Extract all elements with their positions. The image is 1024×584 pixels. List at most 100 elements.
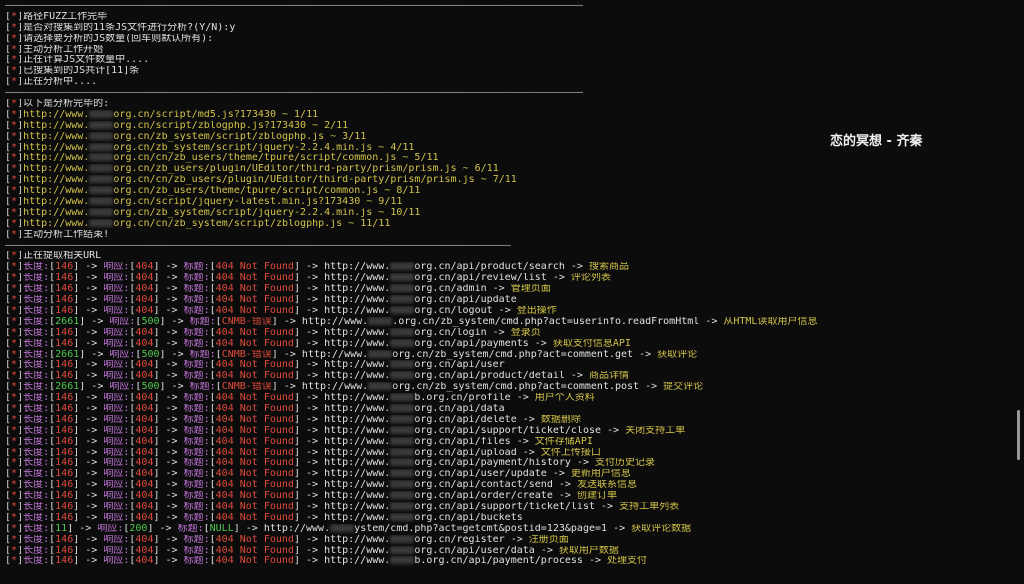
url-prefix: http://www.: [324, 403, 391, 414]
url-prefix: http://www.: [324, 458, 391, 469]
status-star: *: [11, 349, 18, 360]
response-code: 404: [135, 273, 154, 284]
url-prefix: http://www.: [23, 131, 90, 142]
arrow: ->: [79, 436, 104, 447]
arrow: ->: [159, 273, 184, 284]
length-value: 146: [55, 458, 74, 469]
js-file-line: [*]http://www. org.cn/script/md5.js?17343…: [5, 109, 1010, 121]
status-tag: [*]: [5, 186, 24, 197]
scroll-thumb[interactable]: [1017, 410, 1020, 460]
url-tail: org.cn/logout: [414, 305, 493, 316]
title-label: 标题:: [183, 501, 210, 512]
url-description: 文件存储API: [534, 436, 593, 447]
result-line: [*]长度:[2661] -> 响应:[500] -> 标题:[CNMB-错误]…: [5, 316, 1010, 328]
arrow: ->: [299, 327, 325, 338]
url-prefix: http://www.: [23, 175, 90, 186]
length-value: 146: [55, 491, 74, 502]
response-code: 404: [135, 501, 154, 512]
title-value: 404 Not Found: [215, 327, 294, 338]
response-label: 响应:: [103, 305, 130, 316]
terminal-scrollbar[interactable]: [1014, 0, 1022, 584]
status-tag: [*]: [5, 512, 24, 523]
status-tag: [*]: [5, 229, 24, 240]
js-file-line: [*]http://www. org.cn/cn/zb_system/script…: [5, 218, 1010, 230]
arrow: ->: [85, 382, 110, 393]
arrow: ->: [564, 262, 589, 273]
arrow: ->: [79, 447, 104, 458]
result-line: [*]长度:[146] -> 响应:[404] -> 标题:[404 Not F…: [5, 480, 1010, 491]
status-tag: [*]: [5, 175, 24, 186]
status-tag: [*]: [5, 545, 24, 556]
length-value: 146: [55, 284, 74, 295]
response-label: 响应:: [103, 327, 130, 338]
arrow: ->: [299, 545, 325, 556]
arrow: ->: [79, 414, 104, 425]
length-label: 长度:: [23, 414, 50, 425]
response-code: 404: [135, 393, 154, 404]
title-label: 标题:: [189, 316, 216, 327]
url-prefix: http://www.: [301, 349, 369, 360]
arrow: ->: [79, 371, 104, 382]
line-text: 主动分析工作开始: [23, 44, 104, 55]
arrow: ->: [299, 360, 325, 371]
arrow: ->: [299, 262, 325, 273]
js-file-line: [*]http://www. org.cn/zb_users/plugin/UEd…: [5, 164, 1010, 175]
arrow: ->: [159, 447, 184, 458]
title-value: 404 Not Found: [215, 305, 294, 316]
length-label: 长度:: [23, 327, 50, 338]
url-tail: org.cn/api/support/ticket/close: [414, 425, 602, 436]
js-file-line: [*]http://www. org.cn/script/jquery-lates…: [5, 197, 1010, 208]
result-line: [*]长度:[146] -> 响应:[404] -> 标题:[404 Not F…: [5, 447, 1010, 459]
status-tag: [*]: [5, 33, 24, 44]
line-text: 路径FUZZ工作完毕: [23, 11, 108, 22]
status-tag: [*]: [5, 153, 24, 164]
arrow: ->: [595, 501, 620, 512]
redacted-domain: [330, 523, 355, 532]
status-tag: [*]: [5, 251, 24, 262]
arrow: ->: [79, 273, 104, 284]
status-star: *: [11, 447, 18, 458]
url-tail: org.cn/zb_system/cmd.php?act=comment.get: [392, 349, 634, 360]
header-line: [*]已搜集到的JS共计[11]条: [5, 66, 1010, 77]
arrow: ->: [159, 545, 184, 556]
title-value: 404 Not Found: [215, 295, 294, 306]
url-prefix: http://www.: [324, 436, 391, 447]
url-tail: org.cn/cn/zb_users/theme/tpure/script/co…: [113, 153, 439, 164]
url-prefix: http://www.: [324, 360, 391, 371]
result-line: [*]长度:[146] -> 响应:[404] -> 标题:[404 Not F…: [5, 534, 1010, 546]
response-label: 响应:: [103, 512, 130, 523]
arrow: ->: [299, 447, 325, 458]
response-label: 响应:: [103, 371, 130, 382]
redacted-domain: [390, 447, 415, 456]
status-star: *: [11, 295, 18, 306]
url-description: 提交评论: [663, 382, 704, 393]
status-tag: [*]: [5, 22, 24, 33]
redacted-domain: [390, 425, 415, 434]
response-label: 响应:: [109, 316, 136, 327]
response-label: 响应:: [103, 545, 130, 556]
title-value: 404 Not Found: [215, 273, 294, 284]
redacted-domain: [390, 436, 415, 445]
length-label: 长度:: [23, 403, 50, 414]
redacted-domain: [368, 349, 393, 358]
arrow: ->: [486, 284, 511, 295]
redacted-domain: [390, 338, 415, 347]
status-tag: [*]: [5, 11, 24, 22]
redacted-domain: [390, 371, 415, 380]
length-label: 长度:: [23, 371, 50, 382]
url-prefix: http://www.: [324, 512, 391, 523]
arrow: ->: [299, 436, 325, 447]
status-tag: [*]: [5, 66, 24, 77]
arrow: ->: [165, 349, 190, 360]
length-label: 长度:: [23, 545, 50, 556]
redacted-domain: [390, 327, 415, 336]
title-label: 标题:: [183, 556, 210, 567]
url-tail: org.cn/cn/zb_system/script/zblogphp.js ~…: [113, 218, 391, 229]
url-tail: org.cn/login: [414, 327, 487, 338]
length-value: 146: [55, 371, 74, 382]
redacted-domain: [368, 382, 393, 391]
title-label: 标题:: [183, 273, 210, 284]
status-tag: [*]: [5, 142, 24, 153]
length-label: 长度:: [23, 316, 50, 327]
status-tag: [*]: [5, 44, 24, 55]
